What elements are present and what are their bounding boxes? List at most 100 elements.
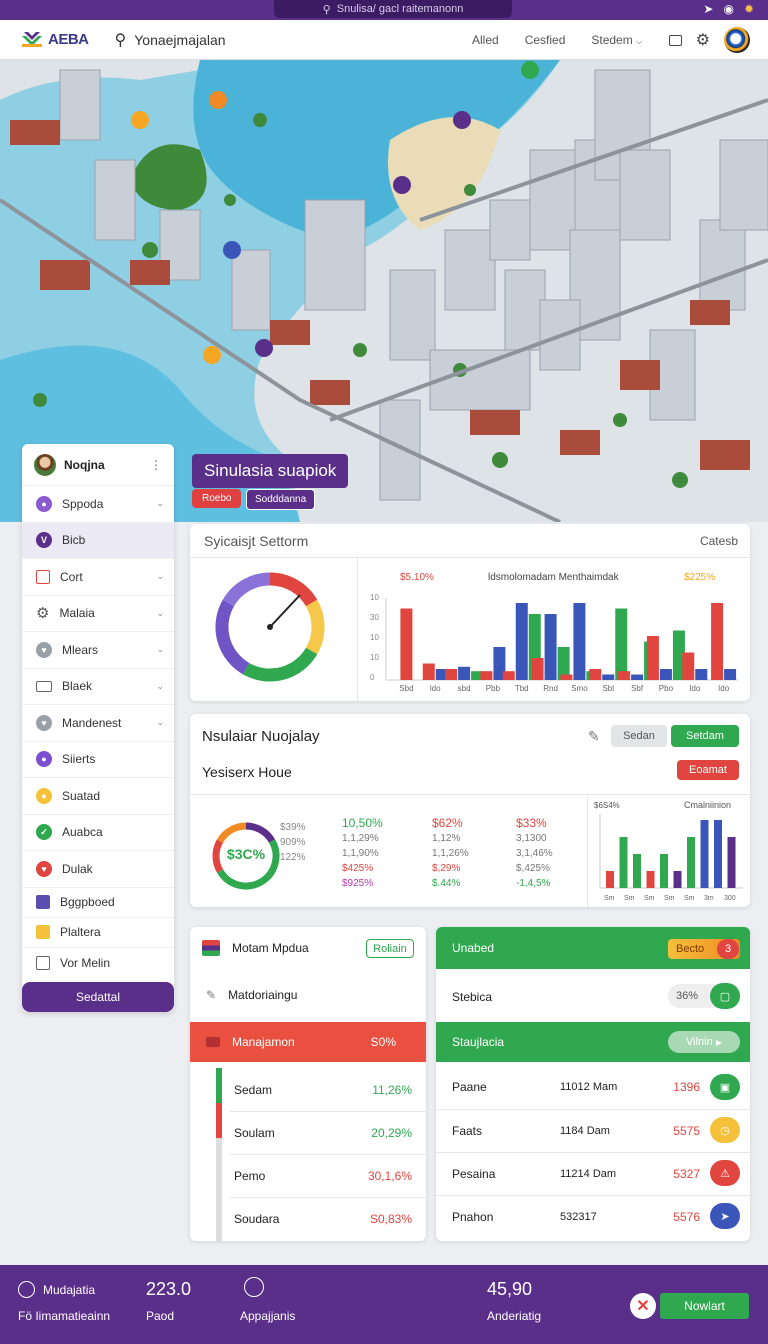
chart-icon: ● (36, 751, 52, 768)
card-title: Motam Mpdua (232, 941, 309, 955)
sidebar-item-label: Suatad (62, 788, 101, 803)
mini-chart-bar (687, 837, 695, 888)
footer-value-2: 45,90 (487, 1279, 533, 1299)
save-icon[interactable]: ▣ (710, 1074, 740, 1100)
sidebar: Noqjna ⋮ ● Sppoda ⌄ V Bicb Cort ⌄ ⚙ Malaia ⌄ ♥… (22, 444, 174, 1012)
copy-icon[interactable]: ▢ (710, 983, 740, 1009)
close-icon[interactable]: ✕ (630, 1293, 656, 1319)
sidebar-item-mlears[interactable]: ♥ Mlears ⌄ (22, 632, 174, 669)
chevron-down-icon: ⌄ (156, 571, 164, 582)
card-action[interactable]: Catesb (700, 534, 738, 548)
search-icon: ⚲ (322, 3, 331, 16)
timer-icon[interactable] (244, 1277, 264, 1297)
mini-chart-bar (660, 854, 668, 888)
footer-status[interactable]: Mudajatia (18, 1281, 95, 1298)
window-icon[interactable] (668, 34, 682, 46)
x-tick-label: Rnd (543, 684, 558, 693)
management-banner[interactable]: Manajamon S0% (190, 1022, 426, 1062)
x-tick-label: Pbo (659, 684, 674, 693)
chart-bar (480, 671, 493, 680)
stack-icon (202, 940, 220, 956)
sidebar-item-malaia[interactable]: ⚙ Malaia ⌄ (22, 596, 174, 632)
overview-card: Nsulaiar Nuojalay Yesiserx Houe ✎ Sedan … (190, 714, 750, 907)
primary-button[interactable]: Setdam (671, 725, 739, 747)
sidebar-item-suatad[interactable]: ● Suatad (22, 778, 174, 815)
card-subtitle: Yesiserx Houe (202, 764, 292, 780)
app-header: AEBA ⚲ Yonaejmajalan Alled Cesfied Stede… (0, 20, 768, 60)
schedule-row[interactable]: Paane 11012 Mam 1396 (436, 1065, 750, 1108)
checkbox-icon[interactable] (36, 955, 50, 970)
x-tick-label: Smo (571, 684, 588, 693)
nav-item-2[interactable]: Cesfied (525, 33, 566, 47)
chevron-down-icon: ⌄ (156, 498, 164, 509)
schedule-row[interactable]: Faats 1184 Dam 5575 (436, 1109, 750, 1152)
card-title: Nsulaiar Nuojalay (202, 728, 320, 745)
column-green: 10,50% 1,1,29% 1,1,90% $425% $925% (342, 816, 383, 889)
schedule-row[interactable]: Pnahon 532317 5576 (436, 1195, 750, 1238)
sidebar-item-mandenest[interactable]: ♥ Mandenest ⌄ (22, 705, 174, 742)
mini-chart-bar (673, 871, 682, 888)
nav-item-1[interactable]: Alled (472, 33, 499, 47)
tag-red[interactable]: Roebo (192, 489, 242, 508)
chart-bar (531, 658, 544, 680)
sidebar-item-dulak[interactable]: ♥ Dulak (22, 851, 174, 888)
chart-left-label: $5.10% (400, 572, 434, 583)
list-item[interactable]: Soulam 20,29% (190, 1111, 426, 1154)
list-item[interactable]: Pemo 30,1,6% (190, 1154, 426, 1197)
nav-item-3[interactable]: Stedem ⌵ (591, 33, 642, 47)
status-badge[interactable]: Roliain (366, 939, 414, 958)
x-tick-label: Pbb (486, 684, 501, 693)
divider (190, 794, 750, 795)
v-icon: V (36, 532, 52, 549)
mini-chart-bar (633, 854, 641, 888)
mini-chart-bar (714, 820, 722, 888)
footer-action-button[interactable]: Nowlart (660, 1293, 749, 1319)
card-title: Syicaisjt Settorm (204, 532, 309, 549)
sidebar-item-cort[interactable]: Cort ⌄ (22, 559, 174, 596)
list-item[interactable]: Soudara S0,83% (190, 1197, 426, 1240)
clock-icon[interactable]: ◷ (710, 1117, 740, 1143)
chevron-down-icon: ⌄ (156, 680, 164, 691)
sidebar-item-label: Malaia (59, 606, 95, 621)
list-item[interactable]: Sedam 11,26% (190, 1068, 426, 1111)
gear-icon[interactable]: ⚙ (696, 30, 710, 50)
more-icon[interactable]: ⋮ (150, 458, 162, 472)
x-tick-label: Ido (689, 684, 701, 693)
brush-icon[interactable]: ✎ (588, 728, 600, 745)
settings-icon[interactable]: ✹ (744, 2, 754, 16)
view-button[interactable]: Vilnin ▶ (668, 1031, 740, 1053)
danger-button[interactable]: Eoamat (677, 760, 739, 780)
sidebar-item-blaek[interactable]: Blaek ⌄ (22, 669, 174, 705)
secondary-button[interactable]: Sedan (611, 725, 667, 747)
sidebar-user[interactable]: Noqjna ⋮ (22, 444, 174, 486)
sidebar-item-siierts[interactable]: ● Siierts (22, 742, 174, 778)
logo[interactable]: AEBA (20, 30, 89, 50)
sidebar-item-sppoda[interactable]: ● Sppoda ⌄ (22, 486, 174, 523)
alert-icon[interactable]: ⚠ (710, 1160, 740, 1186)
column-dark: $33% 3,1300 3,1,46% $,425% -1,4,5% (516, 816, 553, 889)
sidebar-item-label: Mandenest (62, 715, 122, 730)
mini-chart-left-label: $6S4% (594, 801, 620, 810)
mini-chart-bar (727, 837, 736, 888)
chart-bar (589, 669, 602, 680)
sidebar-item-plaltera[interactable]: Plaltera (22, 918, 174, 948)
sidebar-item-bggpboed[interactable]: Bggpboed (22, 888, 174, 918)
search-box[interactable]: ⚲ Yonaejmajalan (115, 30, 226, 50)
chevron-down-icon: ⌄ (156, 717, 164, 728)
tag-purple[interactable]: Sodddanna (246, 489, 316, 510)
avatar[interactable] (724, 27, 750, 53)
sidebar-item-bicb[interactable]: V Bicb (22, 522, 174, 559)
sidebar-item-vor-melin[interactable]: Vor Melin (22, 948, 174, 978)
column-red: $62% 1,12% 1,1,26% $,29% $.44% (432, 816, 469, 889)
navigate-icon[interactable]: ➤ (710, 1203, 740, 1229)
url-bar[interactable]: ⚲ Snulisa/ gacl raitemanonn (274, 0, 512, 18)
settings-row[interactable]: ✎ Matdoriaingu (190, 983, 426, 1007)
mini-bar-chart: $6S4% Cmalniinion Sm Sm Sm Sm Sm 3m 300 (587, 796, 750, 907)
footer-apps[interactable]: Appajjanis (240, 1309, 295, 1323)
sidebar-item-auabca[interactable]: ✓ Auabca (22, 815, 174, 851)
schedule-row[interactable]: Pesaina 11214 Dam 5327 (436, 1152, 750, 1195)
sidebar-item-label: Sppoda (62, 496, 104, 511)
y-tick-label: 30 (370, 613, 379, 622)
sidebar-action-button[interactable]: Sedattal (22, 982, 174, 1012)
url-text: Snulisa/ gacl raitemanonn (336, 3, 464, 15)
